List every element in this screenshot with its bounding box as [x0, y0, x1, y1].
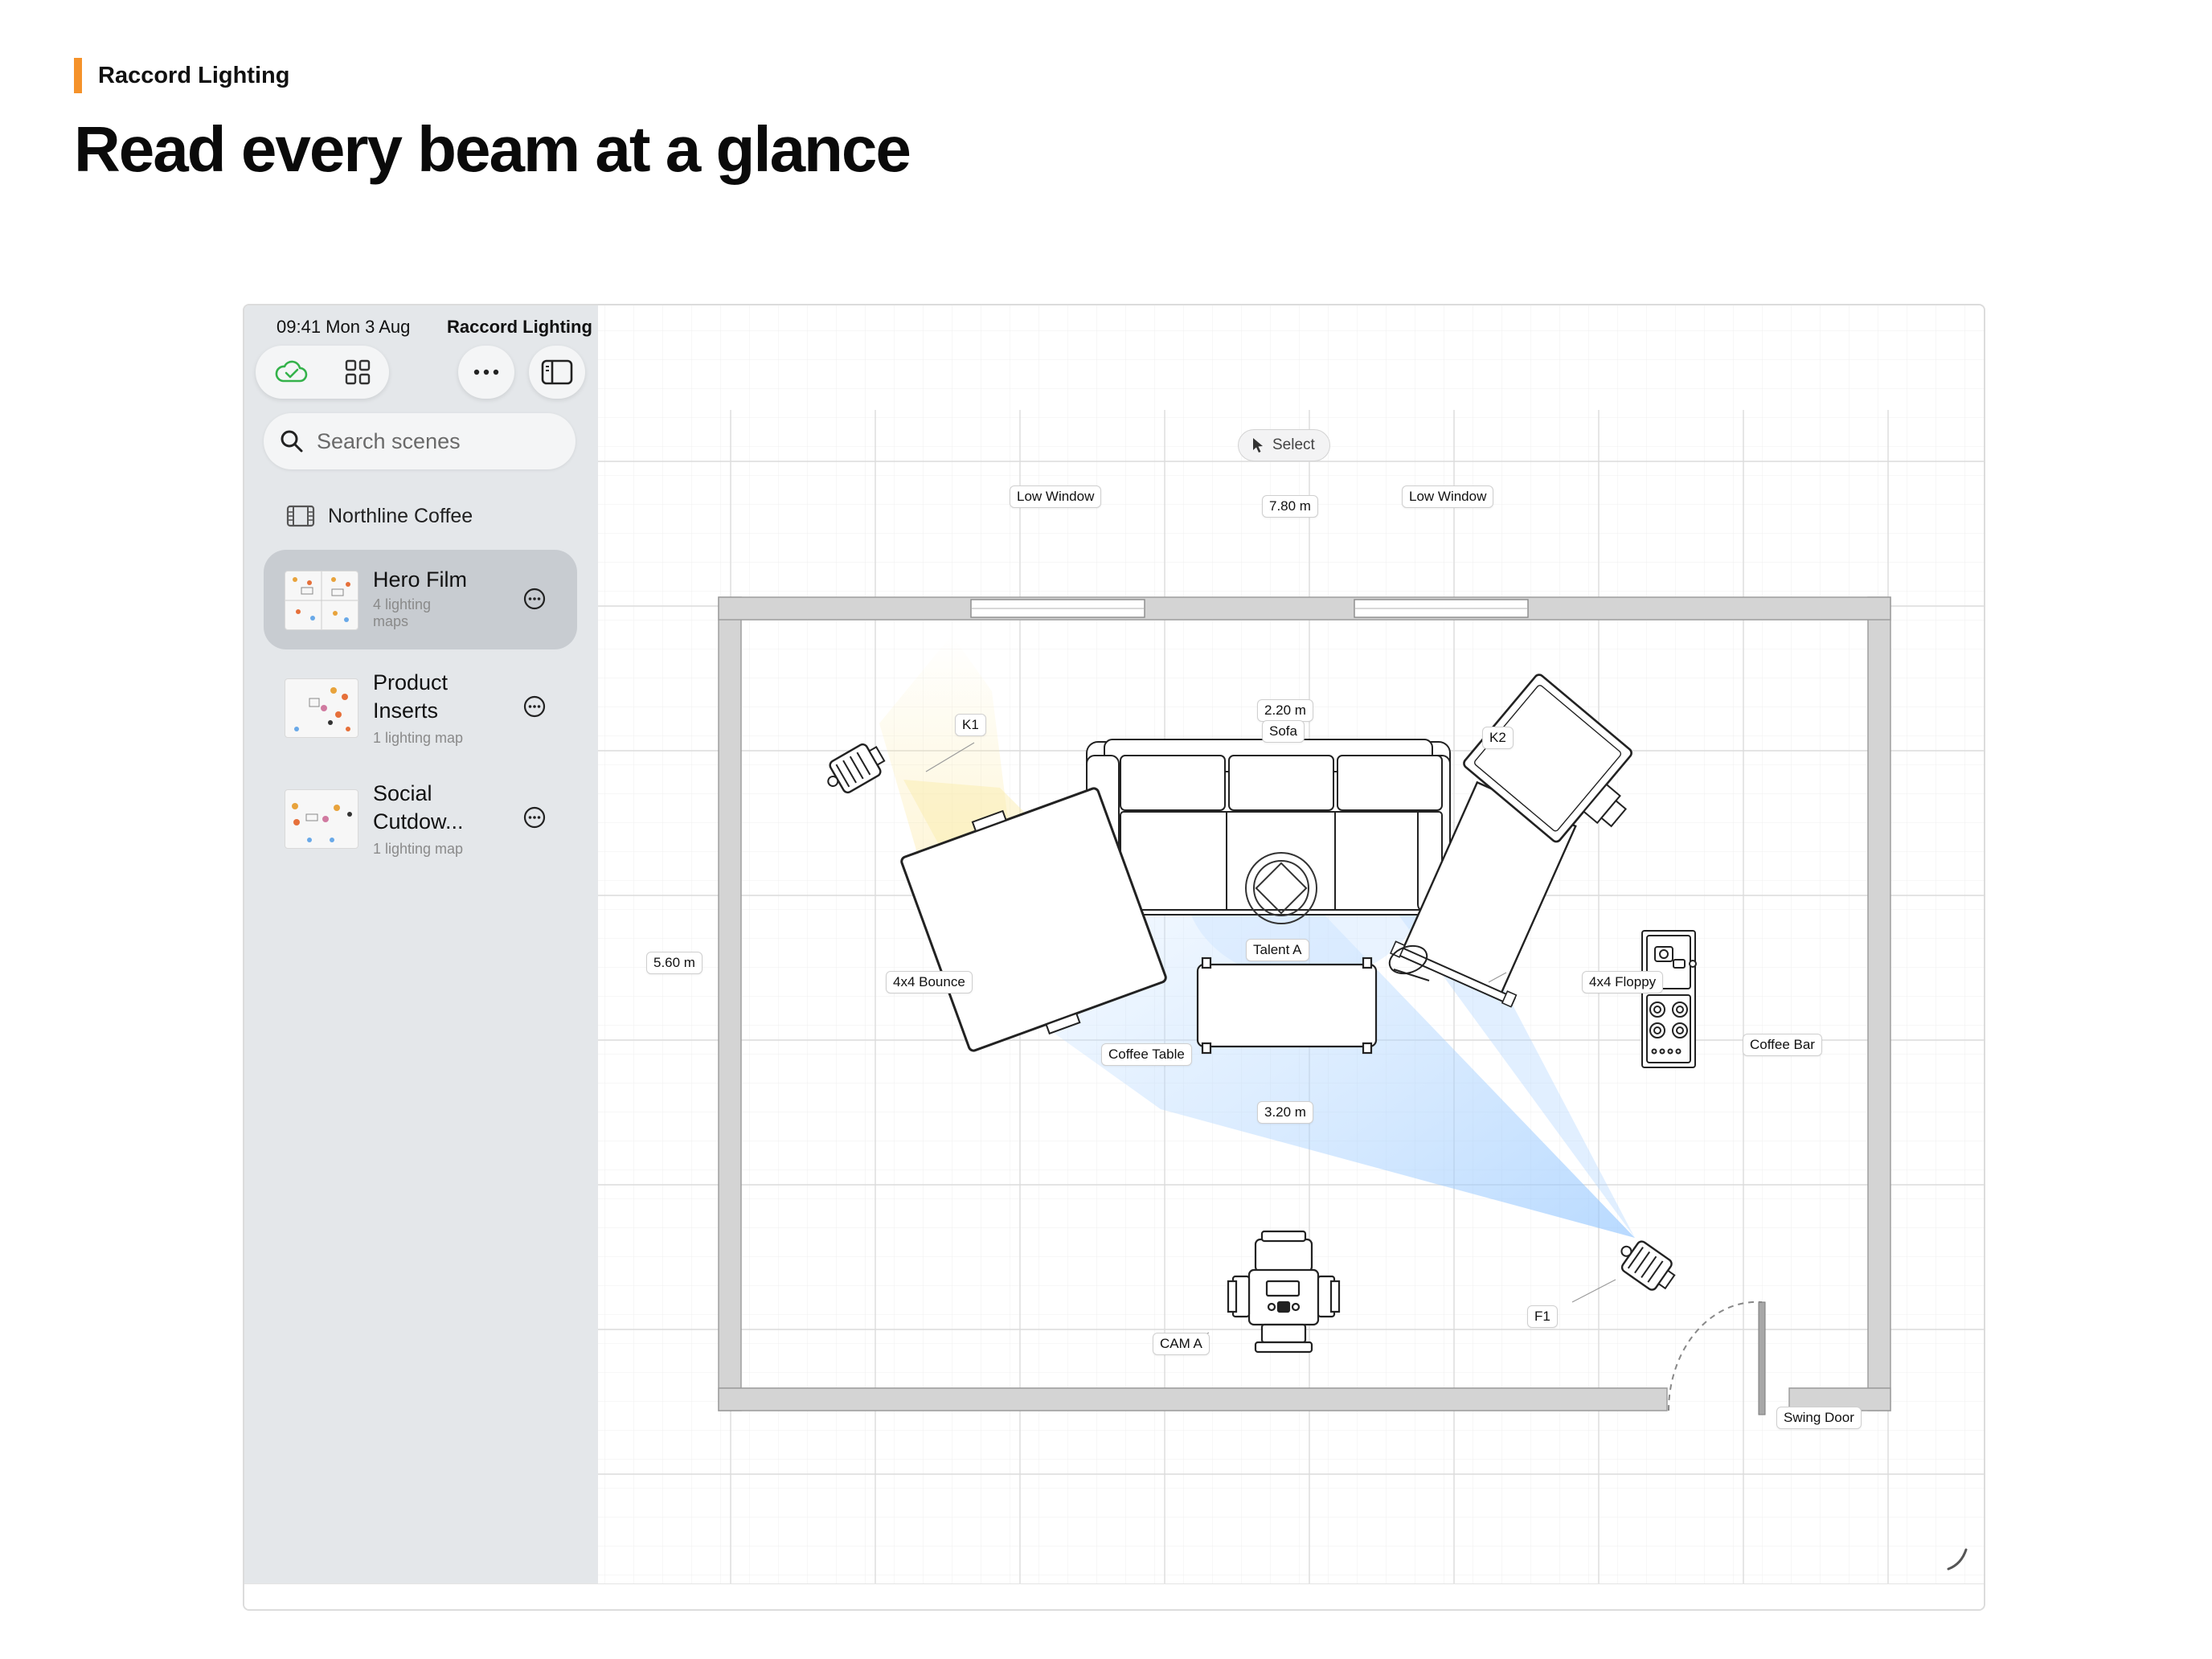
label-swing-door[interactable]: Swing Door [1776, 1407, 1862, 1429]
scene-subtitle: 4 lighting maps [373, 596, 432, 629]
label-k2[interactable]: K2 [1482, 727, 1514, 749]
label-cam-a[interactable]: CAM A [1153, 1333, 1210, 1355]
scene-subtitle: 1 lighting map [373, 841, 464, 857]
select-tool-label: Select [1272, 436, 1315, 453]
status-app-name: Raccord Lighting [447, 317, 592, 337]
sidebar: 09:41 Mon 3 Aug Raccord Lighting Search … [244, 305, 598, 1583]
cloud-synced-icon[interactable] [273, 359, 309, 385]
brand-name: Raccord Lighting [98, 62, 290, 88]
sidebar-toggle-icon [541, 359, 573, 385]
scene-title: Hero Film [373, 567, 468, 592]
label-sofa-width[interactable]: 2.20 m [1257, 699, 1313, 722]
scene-more-icon[interactable] [522, 587, 547, 611]
view-toggle-group [256, 346, 389, 399]
select-tool-button[interactable]: Select [1238, 429, 1330, 461]
more-button[interactable] [458, 346, 514, 399]
label-4x4-floppy[interactable]: 4x4 Floppy [1582, 971, 1664, 993]
search-field[interactable] [264, 413, 576, 469]
scene-thumbnail [285, 789, 358, 849]
label-low-window-left[interactable]: Low Window [1010, 485, 1102, 508]
label-low-window-right[interactable]: Low Window [1402, 485, 1494, 508]
scene-item-social-cutdowns[interactable]: Social Cutdow... 1 lighting map [264, 768, 577, 868]
label-f1[interactable]: F1 [1527, 1305, 1558, 1328]
more-icon [473, 369, 499, 375]
scene-thumbnail [285, 678, 358, 738]
search-input[interactable] [315, 428, 559, 455]
page-headline: Read every beam at a glance [74, 113, 911, 185]
label-sofa[interactable]: Sofa [1262, 720, 1305, 743]
tablet-app-window: 09:41 Mon 3 Aug Raccord Lighting Search … [243, 304, 1985, 1611]
scene-more-icon[interactable] [522, 805, 547, 830]
label-coffee-table[interactable]: Coffee Table [1101, 1043, 1192, 1066]
pointer-icon [1253, 438, 1263, 453]
scene-more-icon[interactable] [522, 694, 547, 719]
grid-view-icon[interactable] [344, 358, 371, 386]
label-4x4-bounce[interactable]: 4x4 Bounce [886, 971, 973, 993]
scene-title: Social Cutdow... [373, 781, 464, 834]
label-coffee-bar[interactable]: Coffee Bar [1743, 1034, 1822, 1056]
label-room-width[interactable]: 7.80 m [1262, 495, 1318, 518]
scene-title: Product Inserts [373, 670, 449, 723]
scene-thumbnail [285, 571, 358, 630]
project-item[interactable]: Northline Coffee [286, 498, 473, 534]
label-talent-a[interactable]: Talent A [1246, 939, 1309, 961]
bottom-bar [244, 1583, 1984, 1609]
project-name: Northline Coffee [328, 504, 473, 527]
search-icon [281, 430, 303, 453]
label-throw-distance[interactable]: 3.20 m [1257, 1101, 1313, 1124]
brand-header: Raccord Lighting [74, 58, 289, 93]
scene-subtitle: 1 lighting map [373, 730, 464, 746]
sidebar-toggle-button[interactable] [529, 346, 585, 399]
scene-item-product-inserts[interactable]: Product Inserts 1 lighting map [264, 657, 577, 757]
label-room-depth[interactable]: 5.60 m [646, 952, 703, 974]
status-time: 09:41 Mon 3 Aug [276, 317, 411, 337]
floorplan-canvas[interactable]: Select Low Window Low Window 7.80 m 5.60… [598, 305, 1984, 1583]
scene-item-hero-film[interactable]: Hero Film 4 lighting maps [264, 550, 577, 649]
brand-accent-bar [74, 58, 82, 93]
film-icon [286, 505, 315, 527]
label-k1[interactable]: K1 [955, 714, 986, 736]
